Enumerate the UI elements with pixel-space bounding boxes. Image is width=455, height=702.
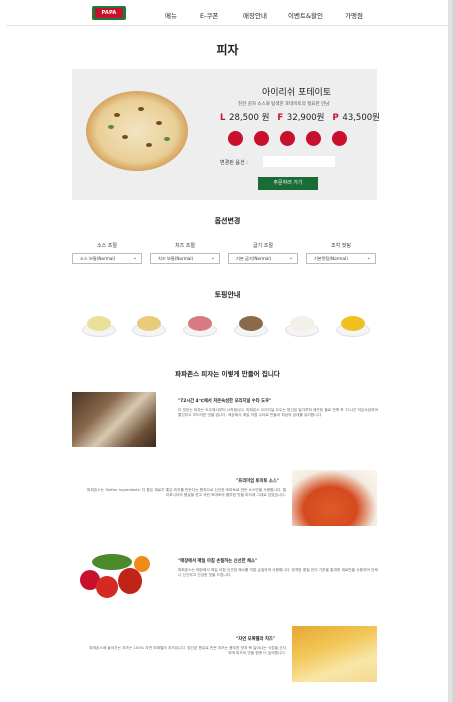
sauce-option-label: 소스 조절 <box>97 243 117 249</box>
corn-topping <box>336 313 370 338</box>
chevron-down-icon: ⌄ <box>288 255 293 261</box>
sauce-option: 소스 조절 소스 보통(Normal) ⌄ <box>72 242 142 264</box>
topping-food <box>137 316 161 331</box>
price-party: P 43,500원 <box>332 113 380 123</box>
topping-food <box>87 316 111 331</box>
bake-option: 굽기 조절 기본 굽기(Normal) ⌄ <box>228 242 298 264</box>
logo-text: PAPA JOHNS <box>95 8 123 26</box>
ham-topping <box>183 313 217 338</box>
topping-food <box>341 316 365 331</box>
topping-food <box>290 316 314 331</box>
price-family: F 32,900원 <box>277 113 325 123</box>
cheese-select[interactable]: 치즈 보통(Normal) ⌄ <box>150 253 220 264</box>
step-text-vegetables: 파파존스는 매장에서 매일 아침 신선한 채소를 직접 손질하여 사용합니다. … <box>178 568 378 577</box>
nav-store-info[interactable]: 매장안내 <box>243 10 267 20</box>
cut-option-label: 조각 컷팅 <box>331 243 351 249</box>
onion-topping <box>285 313 319 338</box>
price-list: L 28,500 원 F 32,900원 P 43,500원 <box>220 111 380 123</box>
dough-image <box>72 392 156 447</box>
bake-select[interactable]: 기본 굽기(Normal) ⌄ <box>228 253 298 264</box>
cheese-image <box>292 626 377 682</box>
sauce-select[interactable]: 소스 보통(Normal) ⌄ <box>72 253 142 264</box>
tomato-sauce-image <box>292 470 377 526</box>
nav-franchise[interactable]: 가맹점 <box>345 10 363 20</box>
size-option-button[interactable] <box>280 131 295 146</box>
topping-food <box>239 316 263 331</box>
cheese-option: 치즈 조절 치즈 보통(Normal) ⌄ <box>150 242 220 264</box>
step-heading-vegetables: "매장에서 매일 아침 손질하는 신선한 채소" <box>178 559 258 564</box>
chevron-down-icon: ⌄ <box>366 255 371 261</box>
size-option-buttons <box>228 131 347 146</box>
potato-topping <box>132 313 166 338</box>
step-text-dough: 더 맛있는 피자는 도우에서부터 시작됩니다. 파파존스 오리지널 도우는 엄선… <box>178 408 378 417</box>
vegetables-image <box>72 548 156 604</box>
size-option-button[interactable] <box>306 131 321 146</box>
product-description: 진한 감자 소스와 탐색한 포테이토의 절묘한 만남 <box>238 102 330 107</box>
cheese-option-label: 치즈 조절 <box>175 243 195 249</box>
site-header: PAPA JOHNS <box>6 0 449 26</box>
topping-food <box>188 316 212 331</box>
papa-johns-logo[interactable]: PAPA JOHNS <box>92 6 126 26</box>
page-title: 피자 <box>216 43 239 57</box>
topping-section-title: 토핑안내 <box>214 291 241 299</box>
product-panel: 아이리쉬 포테이토 진한 감자 소스와 탐색한 포테이토의 절묘한 만남 L 2… <box>72 69 380 200</box>
product-name: 아이리쉬 포테이토 <box>262 88 332 98</box>
step-text-cheese: 파파존스에 들어가는 치즈는 100% 자연 모짜렐라 치즈입니다. 엄선된 원… <box>89 646 286 655</box>
making-section-title: 파파존스 피자는 이렇게 만들어 집니다 <box>175 370 280 378</box>
step-heading-dough: "72시간 4℃에서 저온숙성한 오리지널 수타 도우" <box>178 399 272 404</box>
nav-menu[interactable]: 메뉴 <box>165 10 177 20</box>
options-changed-value <box>263 156 335 167</box>
step-text-sauce: 파파존스는 'Better Ingredients' 더 좋은 재료가 좋은 피… <box>87 488 286 497</box>
options-changed-label: 변경된 옵션 : <box>220 160 248 166</box>
size-option-button[interactable] <box>332 131 347 146</box>
nav-ecoupon[interactable]: E-쿠폰 <box>200 10 218 20</box>
cut-select[interactable]: 기본컷팅(Normal) ⌄ <box>306 253 376 264</box>
price-large: L 28,500 원 <box>220 113 270 123</box>
chevron-down-icon: ⌄ <box>210 255 215 261</box>
pizza-image <box>86 91 188 171</box>
nav-events[interactable]: 이벤트&할인 <box>288 10 323 20</box>
scrollbar-shadow <box>449 0 455 702</box>
option-section-title: 옵션변경 <box>214 217 241 225</box>
mushroom-topping <box>234 313 268 338</box>
cheese-topping <box>82 313 116 338</box>
step-heading-cheese: "자연 모짜렐라 치즈" <box>236 637 276 642</box>
bake-option-label: 굽기 조절 <box>253 243 273 249</box>
size-option-button[interactable] <box>228 131 243 146</box>
order-button[interactable]: 주문하러 가기 <box>258 177 318 190</box>
step-heading-sauce: "프리미엄 토마토 소스" <box>236 479 280 484</box>
cut-option: 조각 컷팅 기본컷팅(Normal) ⌄ <box>306 242 376 264</box>
size-option-button[interactable] <box>254 131 269 146</box>
chevron-down-icon: ⌄ <box>132 255 137 261</box>
